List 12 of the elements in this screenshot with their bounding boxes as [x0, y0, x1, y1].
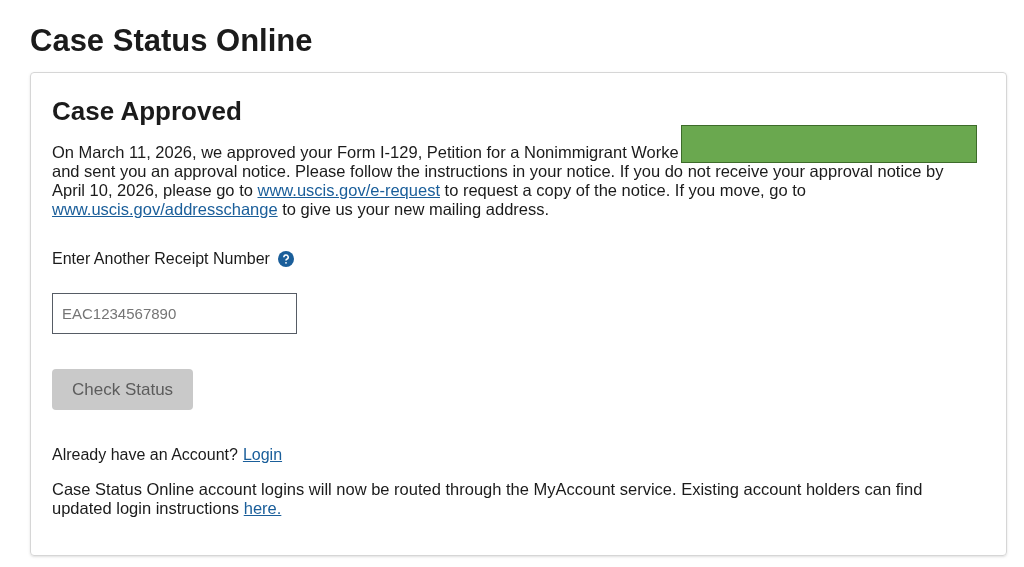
case-description: On March 11, 2026, we approved your Form I-129, Petition for a Nonimmigrant Worke and sent you an approval notice. Please follow the instructions in your notice. If you do not receive your approval notice by April 10, 2026, please go to www.uscis.gov/e-request to request a copy of the notice. If you move, go to www.uscis.gov/addresschange to give us your new mailing address.: [52, 143, 985, 219]
login-notice: Case Status Online account logins will now be routed through the MyAccount service. Existing account holders can find updated login instructions here.: [52, 480, 924, 518]
account-prompt: Already have an Account?: [52, 445, 238, 465]
link[interactable]: www.uscis.gov/e-request: [257, 181, 440, 199]
page-title: Case Status Online: [30, 22, 314, 60]
case-heading: Case Approved: [52, 95, 243, 128]
link[interactable]: here.: [243, 499, 282, 517]
link[interactable]: www.uscis.gov/addresschange: [52, 200, 278, 218]
help-icon[interactable]: [277, 251, 294, 267]
login-link[interactable]: Login: [242, 443, 283, 467]
receipt-number-field[interactable]: EAC1234567890: [52, 293, 297, 334]
field-label: Enter Another Receipt Number: [52, 249, 270, 269]
